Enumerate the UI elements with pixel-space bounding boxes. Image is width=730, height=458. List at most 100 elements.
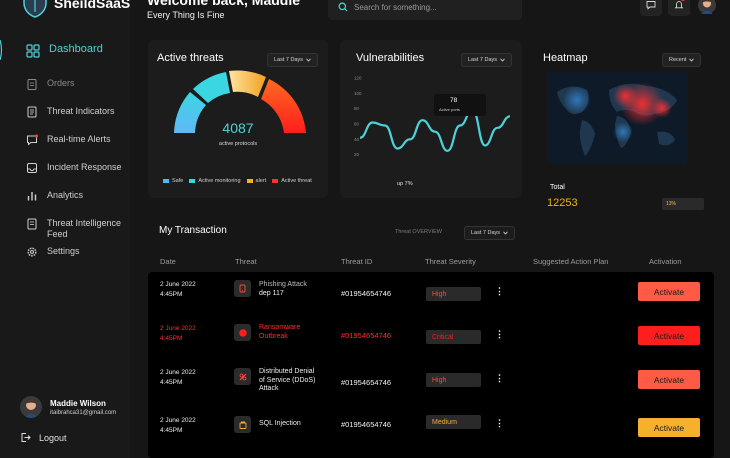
date-text: 2 June 2022 — [160, 417, 196, 424]
chevron-down-icon — [503, 231, 508, 235]
legend-label: alert — [255, 178, 267, 184]
sidebar-item-settings[interactable]: Settings — [26, 246, 80, 258]
document-icon — [27, 106, 37, 118]
page-subtitle: Every Thing Is Fine — [147, 10, 225, 20]
bell-icon — [674, 1, 684, 9]
active-threats-card: Active threats Last 7 Days 4087 active p… — [148, 40, 328, 198]
activate-button[interactable]: Activate — [638, 282, 700, 301]
more-options-icon[interactable]: ⋮ — [495, 287, 504, 296]
world-heatmap-image — [547, 72, 687, 164]
column-header-threat-severity[interactable]: Threat Severity — [425, 257, 476, 266]
column-header-activation[interactable]: Activation — [649, 257, 682, 266]
feed-document-icon — [27, 218, 37, 230]
sidebar-item-incident-response[interactable]: Incident Response — [26, 162, 122, 174]
user-name: Maddie Wilson — [50, 398, 106, 408]
legend-item-safe: Safe — [163, 178, 183, 184]
activate-button[interactable]: Activate — [638, 326, 700, 345]
sidebar-item-orders[interactable]: Orders — [26, 78, 75, 90]
search-bar[interactable] — [328, 0, 522, 20]
legend-label: Active monitoring — [198, 178, 241, 184]
user-profile[interactable]: Maddie Wilson itaibrahca31@gmail.com — [20, 396, 116, 418]
threat-name: Ransomware Outbreak — [259, 324, 301, 340]
heatmap-total-value: 12253 — [547, 197, 578, 209]
row-date: 2 June 2022 4:45PM — [160, 280, 196, 300]
brand-logo[interactable]: SheildSaaS — [22, 0, 130, 18]
time-text: 4:45PM — [160, 379, 183, 386]
alert-message-icon — [27, 134, 38, 146]
column-header-date[interactable]: Date — [160, 257, 176, 266]
heatmap-percent-badge: 13% — [662, 198, 704, 210]
avatar — [698, 0, 716, 14]
threat-title: Phishing Attack — [259, 281, 307, 288]
search-input[interactable] — [354, 2, 514, 12]
tooltip-value: 78 — [450, 97, 458, 104]
table-row[interactable]: 2 June 2022 4:45PM Distributed Denial of… — [148, 360, 714, 404]
gauge-legend: Safe Active monitoring alert Active thre… — [163, 178, 312, 184]
notifications-button[interactable] — [668, 0, 690, 16]
messages-button[interactable] — [640, 0, 662, 16]
more-options-icon[interactable]: ⋮ — [495, 330, 504, 339]
severity-badge: High — [426, 373, 481, 387]
gear-icon — [27, 247, 37, 257]
logout-icon — [21, 433, 31, 442]
active-threats-caption: active protocols — [218, 141, 258, 147]
y-tick-label: 20 — [354, 152, 360, 157]
search-icon — [338, 2, 348, 12]
ddos-icon — [234, 368, 251, 385]
grid-icon — [26, 44, 40, 58]
chevron-down-icon — [500, 58, 505, 62]
sidebar-item-label: Settings — [47, 246, 80, 256]
gauge-segment-monitoring — [193, 72, 230, 103]
y-tick-label: 80 — [354, 106, 360, 111]
more-options-icon[interactable]: ⋮ — [495, 374, 504, 383]
sidebar-item-analytics[interactable]: Analytics — [26, 190, 83, 202]
sidebar-item-dashboard[interactable]: Dashboard — [26, 44, 103, 58]
tooltip-label: Active ports — [439, 107, 460, 112]
activate-button[interactable]: Activate — [638, 370, 700, 389]
range-label: Last 7 Days — [471, 230, 501, 236]
column-header-threat-id[interactable]: Threat ID — [341, 257, 372, 266]
severity-badge: Medium — [426, 415, 481, 429]
row-date: 2 June 2022 4:45PM — [160, 416, 196, 436]
gauge-segment-alert — [229, 70, 266, 97]
logout-label: Logout — [39, 432, 67, 443]
heatmap-range-select[interactable]: Recent — [662, 53, 702, 67]
range-label: Last 7 Days — [468, 57, 498, 63]
vulnerabilities-card: Vulnerabilities Last 7 Days 120 100 80 60 40… — [340, 40, 522, 198]
time-text: 4:45PM — [160, 335, 183, 342]
transactions-range-select[interactable]: Last 7 Days — [464, 226, 516, 240]
range-label: Last 7 Days — [274, 57, 304, 63]
sidebar-item-threat-intelligence-feed[interactable]: Threat Intelligence Feed — [26, 218, 127, 240]
legend-item-active-threat: Active threat — [272, 178, 312, 184]
profile-avatar-button[interactable] — [696, 0, 718, 16]
sidebar-item-real-time-alerts[interactable]: Real-time Alerts — [26, 134, 111, 146]
sidebar-item-label: Real-time Alerts — [47, 134, 111, 144]
threat-id: #01954654746 — [341, 331, 392, 340]
vulnerabilities-title: Vulnerabilities — [356, 52, 425, 64]
table-row[interactable]: 2 June 2022 4:45PM Ransomware Outbreak #… — [148, 316, 714, 360]
legend-swatch — [246, 178, 253, 183]
column-header-suggested-action-plan[interactable]: Suggested Action Plan — [533, 257, 608, 266]
vulnerabilities-line-chart: 120 100 80 60 40 20 — [354, 76, 511, 157]
vulnerabilities-footer: up 7% — [397, 181, 413, 187]
page-title: Welcome back, Maddie — [147, 0, 301, 8]
threat-name: Distributed Denial of Service (DDoS) Att… — [259, 368, 316, 392]
table-row[interactable]: 2 June 2022 4:45PM SQL Injection #019546… — [148, 408, 714, 452]
ransomware-icon — [234, 324, 251, 341]
y-tick-label: 40 — [354, 137, 360, 142]
column-header-threat[interactable]: Threat — [235, 257, 257, 266]
sidebar-item-threat-indicators[interactable]: Threat Indicators — [26, 106, 115, 118]
threat-name: SQL Injection — [259, 420, 301, 427]
sidebar: SheildSaaS Dashboard Orders Threat Indic… — [0, 0, 130, 458]
table-row[interactable]: 2 June 2022 4:45PM Phishing Attack dep 1… — [148, 272, 714, 316]
legend-item-active-monitoring: Active monitoring — [189, 178, 241, 184]
activate-button[interactable]: Activate — [638, 418, 700, 437]
sidebar-item-label: Orders — [47, 78, 75, 88]
user-email: itaibrahca31@gmail.com — [50, 409, 117, 416]
logout-button[interactable]: Logout — [20, 432, 67, 443]
chart-tooltip: 78 Active ports — [434, 94, 486, 116]
y-tick-label: 60 — [354, 122, 360, 127]
vulnerabilities-range-select[interactable]: Last 7 Days — [461, 53, 513, 67]
date-text: 2 June 2022 — [160, 281, 196, 288]
more-options-icon[interactable]: ⋮ — [495, 419, 504, 428]
